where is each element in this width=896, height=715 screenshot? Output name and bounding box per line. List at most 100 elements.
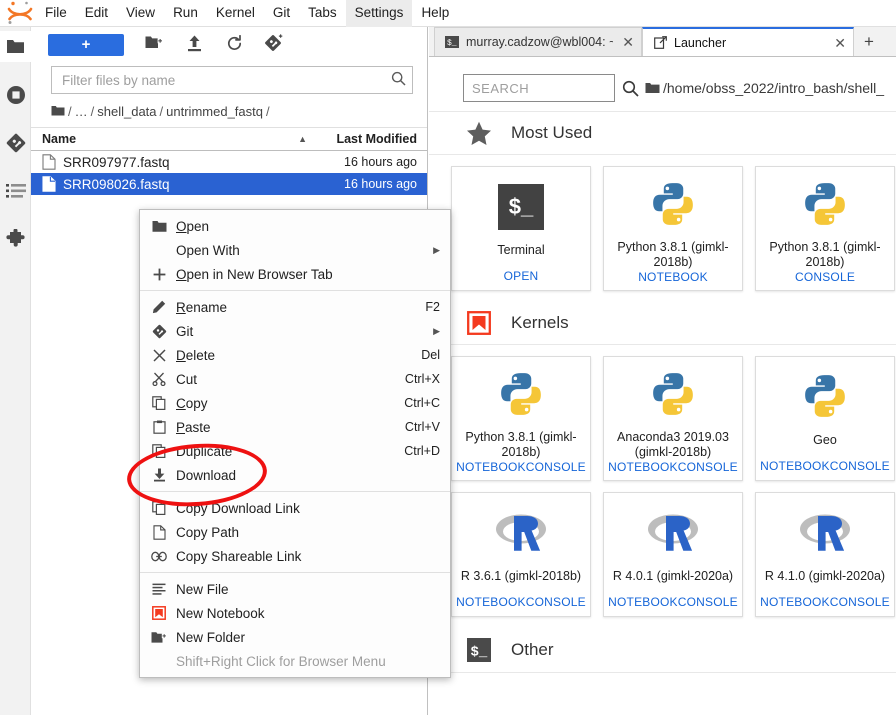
- launcher-card-anaconda3[interactable]: Anaconda3 2019.03 (gimkl-2018b) NOTEBOOK…: [603, 356, 743, 481]
- upload-button[interactable]: [180, 33, 208, 57]
- context-menu-item-duplicate[interactable]: Duplicate Ctrl+D: [140, 439, 450, 463]
- sidebar-item-commands[interactable]: [0, 175, 31, 206]
- tab-close-icon[interactable]: ✕: [622, 35, 634, 49]
- card-action-notebook[interactable]: NOTEBOOK: [760, 595, 830, 609]
- card-action-open[interactable]: OPEN: [504, 269, 539, 283]
- sidebar-item-file-browser[interactable]: [0, 31, 31, 62]
- context-menu-label: Copy Path: [176, 524, 240, 540]
- new-launcher-button[interactable]: +: [48, 33, 124, 56]
- context-menu-item-open[interactable]: Open: [140, 214, 450, 238]
- context-menu-item-copy-shareable-link[interactable]: Copy Shareable Link: [140, 544, 450, 568]
- menu-tabs[interactable]: Tabs: [299, 0, 346, 27]
- launcher-card-r-361[interactable]: R 3.6.1 (gimkl-2018b) NOTEBOOK CONSOLE: [451, 492, 591, 617]
- context-menu-label: Open: [176, 218, 210, 234]
- search-icon[interactable]: [622, 80, 639, 97]
- launcher-search-input-wrap[interactable]: [463, 74, 615, 102]
- sidebar-item-running-sessions[interactable]: [0, 79, 31, 110]
- card-action-notebook[interactable]: NOTEBOOK: [608, 460, 678, 474]
- column-header-name[interactable]: Name ▲: [42, 132, 317, 146]
- menu-file[interactable]: File: [36, 0, 76, 27]
- breadcrumb-home-icon[interactable]: [51, 105, 65, 117]
- filter-files-input[interactable]: [60, 71, 391, 89]
- menu-run[interactable]: Run: [164, 0, 207, 27]
- git-clone-button[interactable]: [260, 33, 288, 57]
- menu-view[interactable]: View: [117, 0, 164, 27]
- sidebar-item-extensions[interactable]: [0, 223, 31, 254]
- launcher-card-geo[interactable]: Geo NOTEBOOK CONSOLE: [755, 356, 895, 481]
- context-menu-item-git[interactable]: Git ▶: [140, 319, 450, 343]
- filter-files-input-wrap[interactable]: [51, 66, 413, 94]
- section-header-most-used: Most Used: [429, 112, 896, 155]
- plus-icon: [150, 266, 168, 282]
- git-icon: [6, 133, 26, 153]
- launcher-card-terminal[interactable]: $_ Terminal OPEN: [451, 166, 591, 291]
- context-menu-item-copy-download-link[interactable]: Copy Download Link: [140, 496, 450, 520]
- table-row[interactable]: SRR097977.fastq 16 hours ago: [31, 151, 427, 173]
- card-action-notebook[interactable]: NOTEBOOK: [456, 595, 526, 609]
- card-action-notebook[interactable]: NOTEBOOK: [608, 595, 678, 609]
- context-menu-item-download[interactable]: Download: [140, 463, 450, 487]
- context-menu-item-rename[interactable]: Rename F2: [140, 295, 450, 319]
- card-actions: NOTEBOOK: [610, 270, 736, 284]
- menu-divider: [140, 572, 450, 573]
- file-modified: 16 hours ago: [344, 155, 417, 169]
- card-action-notebook[interactable]: NOTEBOOK: [456, 460, 526, 474]
- context-menu-item-copy[interactable]: Copy Ctrl+C: [140, 391, 450, 415]
- card-action-console[interactable]: CONSOLE: [526, 595, 586, 609]
- tab-launcher[interactable]: Launcher ✕: [642, 27, 854, 56]
- menu-git[interactable]: Git: [264, 0, 299, 27]
- card-action-console[interactable]: CONSOLE: [678, 460, 738, 474]
- file-browser-toolbar: +: [31, 27, 427, 62]
- tab-close-icon[interactable]: ✕: [834, 36, 846, 50]
- menu-kernel[interactable]: Kernel: [207, 0, 264, 27]
- launcher-card-r-410[interactable]: R 4.1.0 (gimkl-2020a) NOTEBOOK CONSOLE: [755, 492, 895, 617]
- context-menu-item-paste[interactable]: Paste Ctrl+V: [140, 415, 450, 439]
- menu-divider: [140, 491, 450, 492]
- new-tab-button[interactable]: +: [854, 27, 884, 56]
- card-action-console[interactable]: CONSOLE: [526, 460, 586, 474]
- context-menu-item-copy-path[interactable]: Copy Path: [140, 520, 450, 544]
- section-header-other: $_ Other: [429, 628, 896, 673]
- launcher-card-python-notebook[interactable]: Python 3.8.1 (gimkl-2018b) NOTEBOOK: [603, 166, 743, 291]
- launcher-search-input[interactable]: [470, 79, 608, 97]
- card-action-console[interactable]: CONSOLE: [830, 459, 890, 473]
- refresh-button[interactable]: [220, 33, 248, 57]
- context-menu-label: Shift+Right Click for Browser Menu: [176, 653, 386, 669]
- card-action-console[interactable]: CONSOLE: [795, 270, 855, 284]
- search-icon: [391, 71, 406, 89]
- table-row[interactable]: SRR098026.fastq 16 hours ago: [31, 173, 427, 195]
- breadcrumb-untrimmed-fastq[interactable]: untrimmed_fastq: [166, 104, 263, 119]
- new-folder-button[interactable]: [140, 33, 168, 57]
- launcher-card-python-console[interactable]: Python 3.8.1 (gimkl-2018b) CONSOLE: [755, 166, 895, 291]
- context-menu-label: Paste: [176, 419, 211, 435]
- sidebar-item-git[interactable]: [0, 127, 31, 158]
- card-label: Python 3.8.1 (gimkl-2018b): [769, 240, 881, 269]
- context-menu-item-delete[interactable]: Delete Del: [140, 343, 450, 367]
- column-header-last-modified[interactable]: Last Modified: [317, 132, 427, 146]
- card-action-notebook[interactable]: NOTEBOOK: [760, 459, 830, 473]
- context-menu-item-new-folder[interactable]: New Folder: [140, 625, 450, 649]
- card-action-console[interactable]: CONSOLE: [678, 595, 738, 609]
- launcher-card-python-381[interactable]: Python 3.8.1 (gimkl-2018b) NOTEBOOK CONS…: [451, 356, 591, 481]
- card-action-console[interactable]: CONSOLE: [830, 595, 890, 609]
- tab-terminal[interactable]: $_ murray.cadzow@wbl004: ~/r ✕: [434, 27, 642, 56]
- card-icon: [650, 181, 696, 230]
- new-file-icon: [150, 581, 168, 597]
- menu-help[interactable]: Help: [412, 0, 458, 27]
- star-icon: [465, 120, 493, 146]
- menu-edit[interactable]: Edit: [76, 0, 117, 27]
- context-menu-item-open-with[interactable]: Open With ▶: [140, 238, 450, 262]
- context-menu-item-open-in-new-browser-tab[interactable]: Open in New Browser Tab: [140, 262, 450, 286]
- card-action-notebook[interactable]: NOTEBOOK: [638, 270, 708, 284]
- context-menu-label: Copy Download Link: [176, 500, 300, 516]
- launcher-card-r-401[interactable]: R 4.0.1 (gimkl-2020a) NOTEBOOK CONSOLE: [603, 492, 743, 617]
- context-menu-item-new-file[interactable]: New File: [140, 577, 450, 601]
- breadcrumb-ellipsis[interactable]: …: [75, 104, 88, 119]
- section-title: Kernels: [511, 313, 569, 332]
- card-icon: [802, 181, 848, 230]
- menu-settings[interactable]: Settings: [345, 0, 413, 27]
- card-icon: [495, 507, 547, 559]
- context-menu-item-new-notebook[interactable]: New Notebook: [140, 601, 450, 625]
- breadcrumb-shell-data[interactable]: shell_data: [97, 104, 156, 119]
- context-menu-item-cut[interactable]: Cut Ctrl+X: [140, 367, 450, 391]
